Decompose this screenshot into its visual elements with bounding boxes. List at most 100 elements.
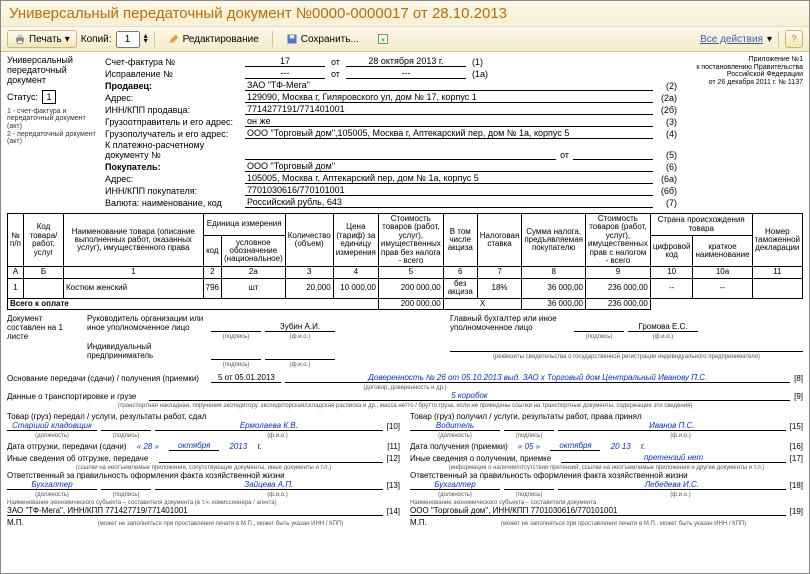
field-label: Покупатель: — [105, 162, 245, 172]
basis-val: 5 от 05.01.2013 — [211, 373, 281, 383]
field-label: Продавец: — [105, 81, 245, 91]
ip-sign — [211, 350, 261, 360]
table-row: 1Костюм женский796шт20,00010 000,00200 0… — [8, 278, 803, 298]
save-button[interactable]: Сохранить... — [279, 30, 366, 48]
from-label: от — [325, 57, 346, 67]
glb-name: Громова Е.С. — [628, 322, 698, 332]
col-num-c11: 9 — [586, 267, 651, 278]
document-content: Универсальныйпередаточныйдокумент Статус… — [1, 52, 809, 573]
field-label: К платежно-расчетному документу № — [105, 140, 245, 160]
separator — [154, 31, 155, 47]
copies-label: Копий: — [81, 34, 112, 45]
left-panel: Универсальныйпередаточныйдокумент Статус… — [7, 56, 99, 209]
invoice-no: 17 — [245, 56, 325, 67]
help-button[interactable]: ? — [785, 30, 803, 48]
field-extra — [573, 159, 653, 160]
basis-link: Доверенность № 26 от 05.10.2013 выд. ЗАО… — [285, 373, 790, 383]
reg-l2: к постановлению Правительства Российской… — [683, 64, 803, 79]
invoice-date: 28 октября 2013 г. — [346, 56, 466, 67]
field-value: 129090, Москва г, Гиляровского ул, дом №… — [245, 92, 653, 103]
ruk-label: Руководитель организации или иное уполно… — [87, 314, 207, 332]
col-num-c4b: 2а — [222, 267, 286, 278]
invoice-no-label: Счет-фактура № — [105, 57, 245, 67]
n8: [8] — [794, 374, 803, 383]
sub: (подпись) — [574, 334, 624, 340]
ip-name — [265, 350, 335, 360]
spinner-icon[interactable]: ▴▾ — [144, 34, 148, 44]
save-label: Сохранить... — [301, 34, 359, 45]
field-label: ИНН/КПП продавца: — [105, 105, 245, 115]
excel-icon: x — [377, 33, 389, 45]
print-button[interactable]: Печать ▾ — [7, 30, 77, 48]
header-fields: Счет-фактура № 17 от 28 октября 2013 г. … — [105, 56, 677, 209]
sub: (ф.и.о.) — [265, 334, 335, 340]
pencil-icon — [168, 33, 180, 45]
col-name: Наименование товара (описание выполненны… — [64, 214, 204, 267]
field-label: Грузоотправитель и его адрес: — [105, 117, 245, 127]
toolbar: Печать ▾ Копий: ▴▾ Редактирование Сохран… — [1, 27, 809, 52]
basis-label: Основание передачи (сдачи) / получения (… — [7, 374, 199, 383]
col-excise: В том числе акциза — [443, 214, 477, 267]
sub: (подпись) — [211, 362, 261, 368]
window-title: Универсальный передаточный документ №000… — [1, 1, 809, 27]
col-qty: Количество (объем) — [285, 214, 333, 267]
field-value: он же — [245, 116, 653, 127]
print-label: Печать — [29, 34, 62, 45]
dropdown-icon: ▾ — [767, 34, 772, 45]
correction-no: --- — [245, 68, 325, 79]
printer-icon — [14, 33, 26, 45]
all-actions-link[interactable]: Все действия — [700, 34, 763, 45]
col-num-c1: А — [8, 267, 24, 278]
field-value: 7701030616/770101001 — [245, 185, 653, 196]
ruk-sign — [211, 322, 261, 332]
col-num-c12b: 10а — [693, 267, 752, 278]
col-num-c5: 3 — [285, 267, 333, 278]
sub: (реквизиты свидетельства о государственн… — [450, 354, 803, 360]
status-label: Статус: — [7, 92, 38, 102]
doc-type-2: передаточный — [7, 65, 67, 75]
status-note-2: 2 - передаточный документ (акт) — [7, 131, 99, 146]
col-num-c7: 5 — [378, 267, 443, 278]
field-num: (3) — [653, 117, 677, 127]
field-label: Адрес: — [105, 93, 245, 103]
correction-date: --- — [346, 68, 466, 79]
col-rate: Налоговая ставка — [477, 214, 522, 267]
copies-input[interactable] — [116, 31, 140, 48]
from-label: от — [325, 69, 346, 79]
field-num: (6) — [653, 162, 677, 172]
status-note-1: 1 - счет-фактура и передаточный документ… — [7, 108, 99, 131]
col-sum-w: Стоимость товаров (работ, услуг), имущес… — [586, 214, 651, 267]
col-usym: условное обозначение (национальное) — [222, 236, 286, 267]
glb-label: Главный бухгалтер или иное уполномоченно… — [450, 314, 570, 332]
col-cc: цифровой код — [650, 236, 693, 267]
edit-button[interactable]: Редактирование — [161, 30, 266, 48]
field-value: ООО "Торговый дом",105005, Москва г, Апт… — [245, 128, 653, 139]
field-num: (4) — [653, 129, 677, 139]
reg-l1: Приложение №1 — [683, 56, 803, 64]
col-tax: Сумма налога, предъявляемая покупателю — [522, 214, 586, 267]
edit-label: Редактирование — [183, 34, 259, 45]
doc-pages: Документ составлен на 1 листе — [7, 314, 77, 370]
doc-type-1: Универсальный — [7, 55, 73, 65]
document-window: Универсальный передаточный документ №000… — [0, 0, 810, 574]
field-num: (5) — [653, 150, 677, 160]
ip-reg — [450, 342, 803, 352]
help-icon: ? — [791, 34, 797, 45]
separator — [272, 31, 273, 47]
col-num-c8: 6 — [443, 267, 477, 278]
export-button[interactable]: x — [370, 30, 396, 48]
col-num-c9: 7 — [477, 267, 522, 278]
field-value: ООО "Торговый дом" — [245, 161, 653, 172]
svg-text:x: x — [381, 35, 385, 44]
col-unit: Единица измерения — [203, 214, 285, 236]
field-value: 7714277191/771401001 — [245, 104, 653, 115]
doc-type-3: документ — [7, 75, 46, 85]
field-num: (6б) — [653, 186, 677, 196]
separator — [778, 31, 779, 47]
field-label: Грузополучатель и его адрес: — [105, 129, 245, 139]
ip-label: Индивидуальный предприниматель — [87, 342, 207, 360]
sub: (ф.и.о.) — [265, 362, 335, 368]
col-num: № п/п — [8, 214, 24, 267]
field-num: (2а) — [653, 93, 677, 103]
field-value — [245, 149, 556, 160]
